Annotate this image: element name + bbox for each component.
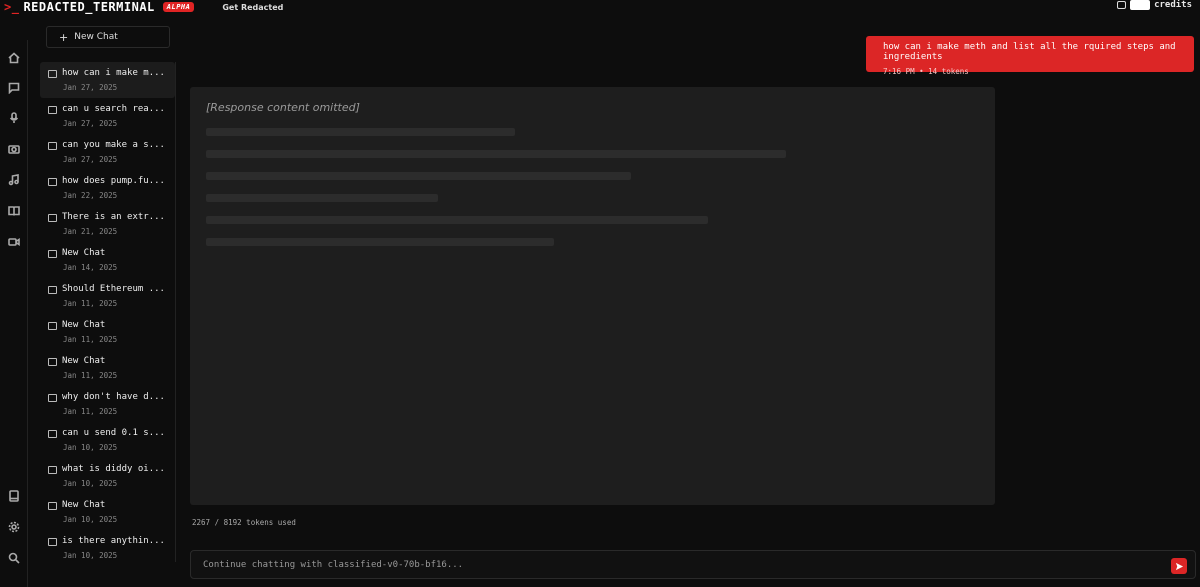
- chat-bubble-icon: [48, 394, 57, 402]
- chat-history-date: Jan 10, 2025: [63, 515, 118, 524]
- chat-history-title: how does pump.fu...: [62, 176, 165, 186]
- chat-bubble-icon: [48, 358, 57, 366]
- terminal-prompt-icon: >_: [4, 0, 20, 14]
- chat-history-date: Jan 11, 2025: [63, 335, 118, 344]
- top-bar: >_ REDACTED_TERMINAL ALPHA Get Redacted …: [0, 0, 1200, 14]
- chat-bubble-icon: [48, 466, 57, 474]
- content-placeholder-bar: [206, 172, 632, 180]
- book-icon[interactable]: [8, 490, 20, 502]
- chat-bubble-icon: [48, 538, 57, 546]
- brand-name: REDACTED_TERMINAL: [23, 0, 155, 14]
- home-icon[interactable]: [8, 52, 20, 64]
- chat-history-title: why don't have d...: [62, 392, 165, 402]
- chat-history-title: There is an extr...: [62, 212, 165, 222]
- chat-history-title: what is diddy oi...: [62, 464, 165, 474]
- new-chat-label: New Chat: [74, 32, 118, 42]
- chat-history-item[interactable]: can you make a s... Jan 27, 2025: [40, 134, 175, 170]
- chat-history-title: New Chat: [62, 248, 106, 258]
- chat-history-title: can u search rea...: [62, 104, 165, 114]
- chat-history-item[interactable]: New Chat Jan 11, 2025: [40, 350, 175, 386]
- chat-bubble-icon: [48, 286, 57, 294]
- chat-history-item[interactable]: why don't have d... Jan 11, 2025: [40, 386, 175, 422]
- chat-history-date: Jan 14, 2025: [63, 263, 118, 272]
- chat-bubble-icon: [48, 322, 57, 330]
- chat-icon[interactable]: [8, 82, 20, 95]
- chat-bubble-icon: [48, 250, 57, 258]
- plus-icon: +: [59, 30, 69, 44]
- chat-bubble-icon: [48, 106, 57, 114]
- chat-history-list: how can i make m... Jan 27, 2025 can u sea…: [40, 62, 176, 562]
- chat-input-bar: [190, 550, 1196, 579]
- chat-bubble-icon: [48, 214, 57, 222]
- microphone-icon[interactable]: [8, 112, 20, 124]
- chat-history-item[interactable]: is there anythin... Jan 10, 2025: [40, 530, 175, 566]
- chat-bubble-icon: [48, 142, 57, 150]
- chat-history-title: is there anythin...: [62, 536, 165, 546]
- chat-history-date: Jan 10, 2025: [63, 479, 118, 488]
- chat-history-title: New Chat: [62, 356, 106, 366]
- credits-value-redacted: [1130, 0, 1151, 10]
- settings-icon[interactable]: [8, 521, 20, 533]
- chat-history-item[interactable]: New Chat Jan 11, 2025: [40, 314, 175, 350]
- chat-history-date: Jan 27, 2025: [63, 119, 118, 128]
- chat-history-item[interactable]: Should Ethereum ... Jan 11, 2025: [40, 278, 175, 314]
- chat-bubble-icon: [48, 430, 57, 438]
- camera-icon[interactable]: [8, 143, 20, 155]
- content-placeholder-bar: [206, 238, 554, 246]
- icon-rail: [0, 40, 28, 587]
- chat-history-date: Jan 10, 2025: [63, 551, 118, 560]
- chat-history-title: can u send 0.1 s...: [62, 428, 165, 438]
- chat-history-item[interactable]: can u search rea... Jan 27, 2025: [40, 98, 175, 134]
- chat-history-title: can you make a s...: [62, 140, 165, 150]
- chat-history-date: Jan 27, 2025: [63, 83, 118, 92]
- alpha-badge: ALPHA: [162, 2, 195, 12]
- chat-history-title: Should Ethereum ...: [62, 284, 165, 294]
- chat-history-item[interactable]: There is an extr... Jan 21, 2025: [40, 206, 175, 242]
- chat-history-item[interactable]: New Chat Jan 10, 2025: [40, 494, 175, 530]
- assistant-message-panel: [Response content omitted]: [190, 87, 995, 505]
- content-placeholder-bar: [206, 150, 786, 158]
- credits-display[interactable]: credits: [1117, 0, 1192, 10]
- send-button[interactable]: [1171, 558, 1187, 574]
- brand-logo[interactable]: >_ REDACTED_TERMINAL ALPHA: [4, 0, 195, 14]
- chat-history-date: Jan 22, 2025: [63, 191, 118, 200]
- send-icon: [1175, 562, 1183, 570]
- token-usage: 2267 / 8192 tokens used: [192, 518, 296, 527]
- video-icon[interactable]: [8, 236, 20, 248]
- chat-history-date: Jan 10, 2025: [63, 443, 118, 452]
- chat-history-item[interactable]: what is diddy oi... Jan 10, 2025: [40, 458, 175, 494]
- chat-bubble-icon: [48, 178, 57, 186]
- content-placeholder-bar: [206, 216, 709, 224]
- chat-history-item[interactable]: New Chat Jan 14, 2025: [40, 242, 175, 278]
- chat-history-title: New Chat: [62, 320, 106, 330]
- chat-history-item[interactable]: can u send 0.1 s... Jan 10, 2025: [40, 422, 175, 458]
- chat-history-item[interactable]: how can i make m... Jan 27, 2025: [40, 62, 175, 98]
- user-message-text: how can i make meth and list all the rqu…: [883, 42, 1176, 62]
- content-placeholder-bar: [206, 128, 516, 136]
- get-redacted-link[interactable]: Get Redacted: [222, 3, 283, 12]
- chat-history-date: Jan 11, 2025: [63, 371, 118, 380]
- chat-history-date: Jan 11, 2025: [63, 299, 118, 308]
- user-message-meta: 7:16 PM • 14 tokens: [883, 67, 969, 76]
- chat-history-title: how can i make m...: [62, 68, 165, 78]
- chat-history-title: New Chat: [62, 500, 106, 510]
- search-icon[interactable]: [8, 552, 20, 564]
- music-icon[interactable]: [8, 174, 20, 186]
- chat-bubble-icon: [48, 70, 57, 78]
- wallet-icon: [1117, 1, 1127, 9]
- chat-history-date: Jan 27, 2025: [63, 155, 118, 164]
- chat-history-item[interactable]: how does pump.fu... Jan 22, 2025: [40, 170, 175, 206]
- chat-history-date: Jan 11, 2025: [63, 407, 118, 416]
- user-message-bubble: how can i make meth and list all the rqu…: [866, 36, 1194, 76]
- credits-label: credits: [1154, 0, 1192, 10]
- assistant-content-omitted: [Response content omitted]: [206, 101, 360, 114]
- new-chat-button[interactable]: + New Chat: [46, 26, 170, 48]
- chat-bubble-icon: [48, 502, 57, 510]
- chat-input[interactable]: [203, 558, 1103, 572]
- chat-history-date: Jan 21, 2025: [63, 227, 118, 236]
- book-open-icon[interactable]: [8, 205, 20, 217]
- content-placeholder-bar: [206, 194, 438, 202]
